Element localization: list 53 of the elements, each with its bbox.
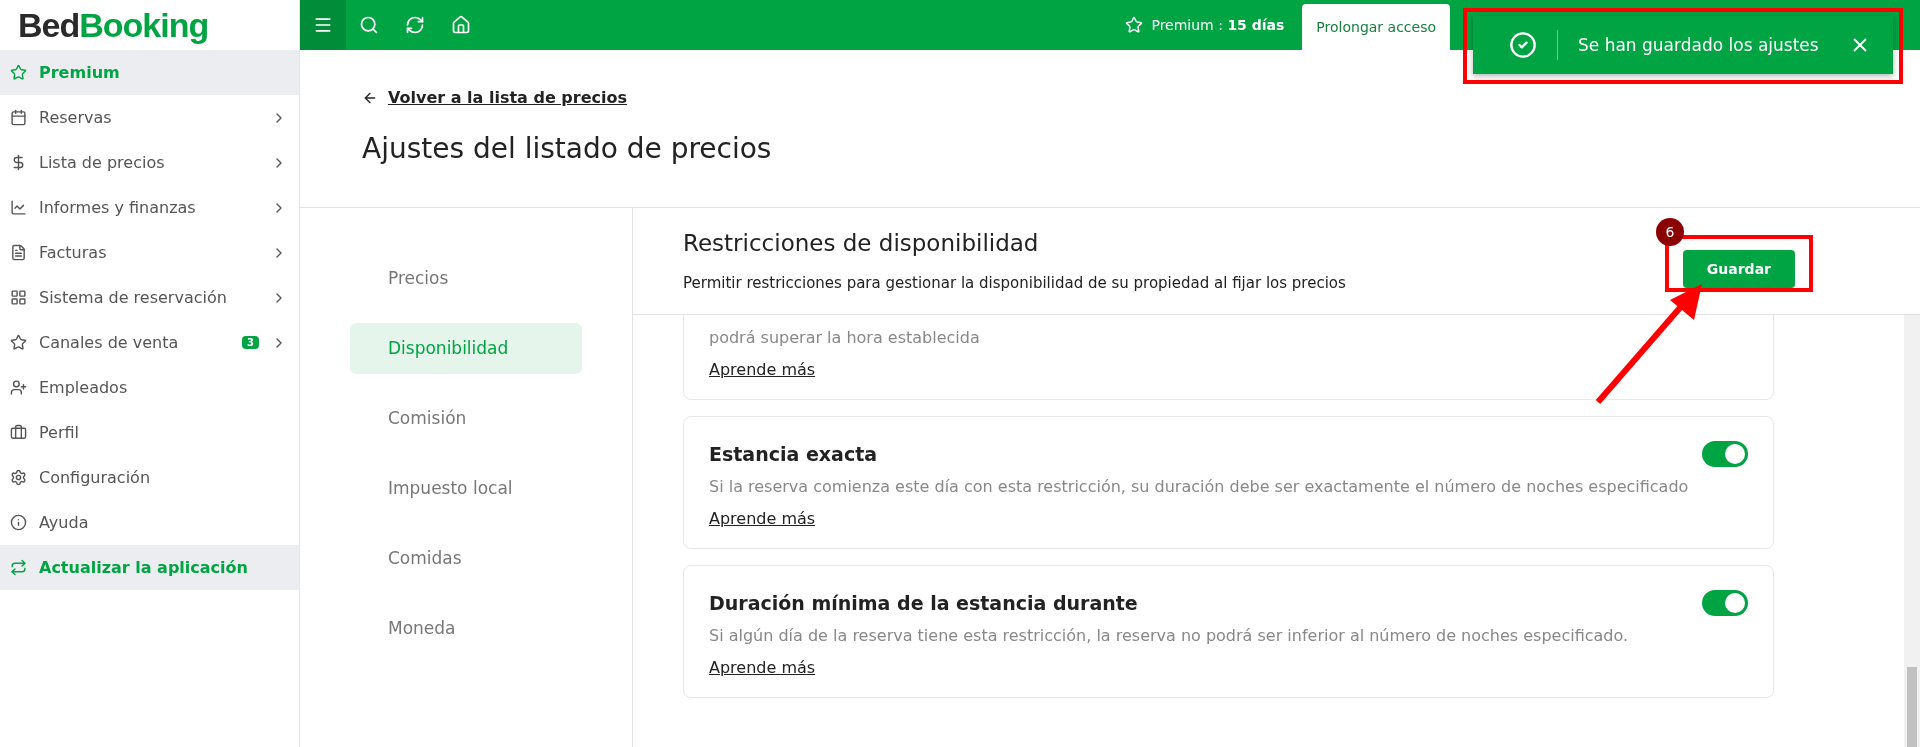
card-description: podrá superar la hora establecida	[709, 326, 981, 349]
star-icon	[1125, 16, 1144, 34]
briefcase-icon	[10, 424, 27, 441]
section-description: Permitir restricciones para gestionar la disponibilidad de su propiedad al fijar los precios	[683, 273, 1347, 292]
search-icon	[359, 15, 379, 35]
invoice-icon	[10, 244, 27, 261]
gear-icon	[10, 469, 27, 486]
refresh-icon	[405, 15, 425, 35]
star-icon	[10, 334, 27, 351]
card-title: Estancia exacta	[709, 442, 878, 465]
chart-icon	[10, 199, 27, 216]
toggle-switch[interactable]	[1702, 589, 1748, 616]
section-title: Restricciones de disponibilidad	[683, 229, 1039, 256]
count-badge: 3	[242, 336, 259, 349]
settings-tab[interactable]: Impuesto local	[350, 462, 582, 514]
check-circle-icon	[1509, 31, 1537, 59]
premium-status: Premium : 15 días	[1151, 17, 1285, 33]
sidebar-item[interactable]: Facturas	[0, 230, 299, 275]
star-icon	[10, 64, 27, 81]
sidebar-item[interactable]: Lista de precios	[0, 140, 299, 185]
menu-button[interactable]	[300, 0, 346, 50]
card-description: Si la reserva comienza este día con esta restricción, su duración debe ser exactamente el número de noches especificado	[709, 475, 1690, 498]
home-icon	[451, 15, 471, 35]
learn-more-link[interactable]: Aprende más	[709, 657, 816, 677]
user-plus-icon	[10, 379, 27, 396]
logo: BedBooking	[17, 4, 210, 46]
grid-icon	[10, 289, 27, 306]
calendar-icon	[10, 109, 27, 126]
extend-access-button[interactable]: Prolongar acceso	[1302, 4, 1450, 50]
sidebar-item[interactable]: Configuración	[0, 455, 299, 500]
settings-tab[interactable]: Moneda	[350, 602, 582, 654]
sidebar-item[interactable]: Empleados	[0, 365, 299, 410]
sidebar-item[interactable]: Reservas	[0, 95, 299, 140]
info-icon	[10, 514, 27, 531]
repeat-icon	[10, 559, 27, 576]
settings-tab[interactable]: Comisión	[350, 392, 582, 444]
scrollbar[interactable]	[1904, 314, 1920, 747]
sidebar-item[interactable]: Ayuda	[0, 500, 299, 545]
toast-message: Se han guardado los ajustes	[1578, 35, 1820, 55]
page-title: Ajustes del listado de precios	[362, 131, 773, 165]
menu-icon	[313, 15, 333, 35]
learn-more-link[interactable]: Aprende más	[709, 359, 816, 379]
card-description: Si algún día de la reserva tiene esta restricción, la reserva no podrá ser inferior al número de noches especificado.	[709, 624, 1630, 647]
sidebar-item[interactable]: Canales de venta 3	[0, 320, 299, 365]
step-badge: 6	[1656, 218, 1684, 246]
sidebar-item[interactable]: Informes y finanzas	[0, 185, 299, 230]
settings-tab[interactable]: Comidas	[350, 532, 582, 584]
card-title: Duración mínima de la estancia durante	[709, 591, 1138, 614]
learn-more-link[interactable]: Aprende más	[709, 508, 816, 528]
sidebar-item[interactable]: Sistema de reservación	[0, 275, 299, 320]
settings-tab[interactable]: Precios	[350, 252, 582, 304]
sidebar-item[interactable]: Perfil	[0, 410, 299, 455]
toggle-switch[interactable]	[1702, 440, 1748, 467]
